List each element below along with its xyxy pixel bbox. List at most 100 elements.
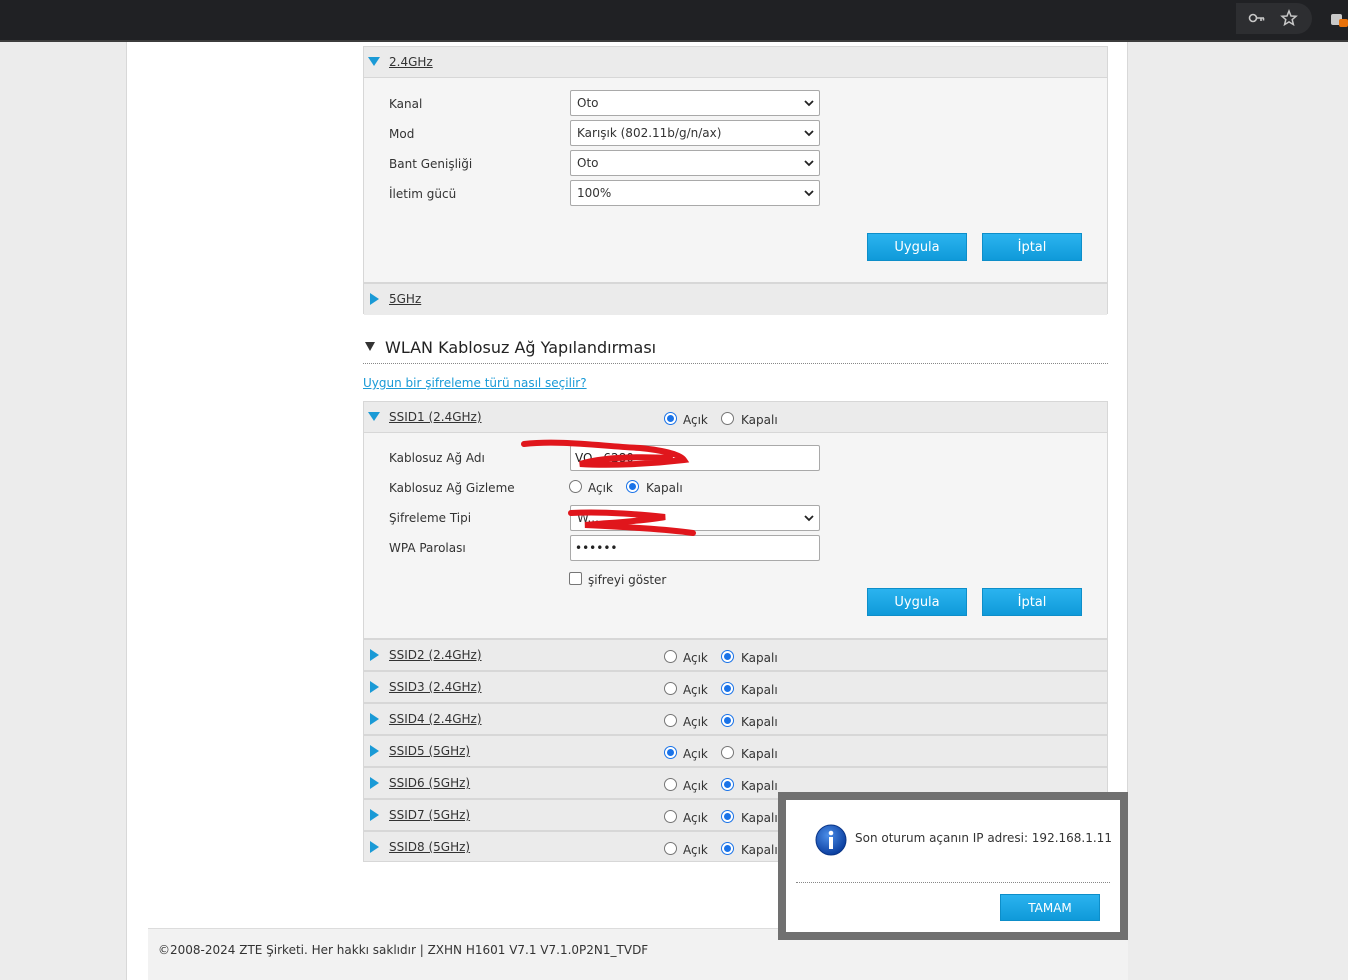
ssid6-title[interactable]: SSID6 (5GHz): [389, 776, 470, 790]
mode-label: Mod: [389, 127, 415, 141]
ssid2-off-radio[interactable]: [721, 650, 734, 663]
ssid-name-value: VO...6280: [575, 451, 634, 465]
ssid5-row[interactable]: SSID5 (5GHz) Açık Kapalı: [363, 735, 1108, 767]
ssid7-off-radio[interactable]: [721, 810, 734, 823]
ssid1-on-radio[interactable]: [664, 412, 677, 425]
ssid3-title[interactable]: SSID3 (2.4GHz): [389, 680, 482, 694]
chevron-down-icon: [804, 100, 814, 107]
band-5-panel: 5GHz: [363, 283, 1108, 315]
ssid7-on-radio[interactable]: [664, 810, 677, 823]
show-password-checkbox[interactable]: [569, 572, 582, 585]
ssid-hide-label: Kablosuz Ağ Gizleme: [389, 481, 515, 495]
ssid2-off-label: Kapalı: [741, 651, 778, 665]
ssid3-on-label: Açık: [683, 683, 708, 697]
collapse-arrow-icon[interactable]: [368, 412, 380, 421]
ssid5-on-radio[interactable]: [664, 746, 677, 759]
encryption-type-label: Şifreleme Tipi: [389, 511, 472, 525]
expand-arrow-icon[interactable]: [370, 713, 379, 725]
hide-on-radio[interactable]: [569, 480, 582, 493]
ssid7-title[interactable]: SSID7 (5GHz): [389, 808, 470, 822]
hide-off-radio[interactable]: [626, 480, 639, 493]
ssid5-off-label: Kapalı: [741, 747, 778, 761]
channel-select[interactable]: Oto: [570, 90, 820, 116]
expand-arrow-icon[interactable]: [370, 745, 379, 757]
apply-button[interactable]: Uygula: [867, 233, 967, 261]
encryption-help-link[interactable]: Uygun bir şifreleme türü nasıl seçilir?: [363, 376, 587, 390]
chevron-down-icon: [804, 160, 814, 167]
wlan-section-title-text: WLAN Kablosuz Ağ Yapılandırması: [385, 338, 657, 357]
star-icon[interactable]: [1280, 9, 1298, 27]
ssid2-title[interactable]: SSID2 (2.4GHz): [389, 648, 482, 662]
ssid6-off-radio[interactable]: [721, 778, 734, 791]
ssid3-on-radio[interactable]: [664, 682, 677, 695]
cancel-button[interactable]: İptal: [982, 233, 1082, 261]
hide-on-label: Açık: [588, 481, 613, 495]
ssid5-off-radio[interactable]: [721, 746, 734, 759]
ssid1-panel: SSID1 (2.4GHz) Açık Kapalı Kablosuz Ağ A…: [363, 401, 1108, 639]
wpa-password-input[interactable]: ••••••: [570, 535, 820, 561]
expand-arrow-icon[interactable]: [370, 809, 379, 821]
encryption-type-select[interactable]: W...: [570, 505, 820, 531]
bandwidth-select[interactable]: Oto: [570, 150, 820, 176]
wlan-section-title[interactable]: WLAN Kablosuz Ağ Yapılandırması: [365, 338, 656, 357]
expand-arrow-icon[interactable]: [370, 681, 379, 693]
mode-select[interactable]: Karışık (802.11b/g/n/ax): [570, 120, 820, 146]
ssid5-title[interactable]: SSID5 (5GHz): [389, 744, 470, 758]
ssid8-on-label: Açık: [683, 843, 708, 857]
ok-button[interactable]: TAMAM: [1000, 894, 1100, 921]
ssid8-off-label: Kapalı: [741, 843, 778, 857]
wpa-password-value: ••••••: [575, 541, 618, 555]
ssid1-header[interactable]: SSID1 (2.4GHz) Açık Kapalı: [364, 402, 1107, 433]
expand-arrow-icon[interactable]: [370, 841, 379, 853]
chevron-down-icon: [804, 515, 814, 522]
ssid3-off-radio[interactable]: [721, 682, 734, 695]
ssid4-off-radio[interactable]: [721, 714, 734, 727]
copyright-text: ©2008-2024 ZTE Şirketi. Her hakkı saklıd…: [158, 943, 649, 957]
browser-toolbar: [0, 0, 1348, 42]
band-24-header[interactable]: 2.4GHz: [364, 47, 1107, 78]
ssid4-title[interactable]: SSID4 (2.4GHz): [389, 712, 482, 726]
ssid4-on-radio[interactable]: [664, 714, 677, 727]
ssid2-row[interactable]: SSID2 (2.4GHz) Açık Kapalı: [363, 639, 1108, 671]
ssid4-off-label: Kapalı: [741, 715, 778, 729]
wpa-password-label: WPA Parolası: [389, 541, 466, 555]
ssid4-on-label: Açık: [683, 715, 708, 729]
dialog-divider: [796, 882, 1110, 883]
ssid1-cancel-button[interactable]: İptal: [982, 588, 1082, 616]
ssid-name-label: Kablosuz Ağ Adı: [389, 451, 485, 465]
ssid2-on-radio[interactable]: [664, 650, 677, 663]
hide-off-label: Kapalı: [646, 481, 683, 495]
ssid8-off-radio[interactable]: [721, 842, 734, 855]
expand-arrow-icon[interactable]: [370, 293, 379, 305]
channel-label: Kanal: [389, 97, 423, 111]
ssid3-row[interactable]: SSID3 (2.4GHz) Açık Kapalı: [363, 671, 1108, 703]
collapse-arrow-icon[interactable]: [368, 57, 380, 66]
bandwidth-value: Oto: [577, 156, 599, 170]
ssid2-on-label: Açık: [683, 651, 708, 665]
tx-power-select[interactable]: 100%: [570, 180, 820, 206]
band-5-header[interactable]: 5GHz: [364, 284, 1107, 315]
extension-icon[interactable]: [1330, 9, 1348, 27]
ssid1-title[interactable]: SSID1 (2.4GHz): [389, 410, 482, 424]
ssid6-on-radio[interactable]: [664, 778, 677, 791]
band-5-title[interactable]: 5GHz: [389, 292, 421, 306]
expand-arrow-icon[interactable]: [370, 777, 379, 789]
expand-arrow-icon[interactable]: [370, 649, 379, 661]
ssid8-on-radio[interactable]: [664, 842, 677, 855]
section-divider: [363, 363, 1108, 364]
show-password-label: şifreyi göster: [588, 573, 667, 587]
chevron-down-icon: [804, 130, 814, 137]
ssid8-title[interactable]: SSID8 (5GHz): [389, 840, 470, 854]
key-icon[interactable]: [1248, 9, 1266, 27]
encryption-type-value: W...: [577, 511, 599, 525]
chevron-down-icon: [804, 190, 814, 197]
ssid1-off-label: Kapalı: [741, 413, 778, 427]
ssid-name-input[interactable]: VO...6280: [570, 445, 820, 471]
ssid4-row[interactable]: SSID4 (2.4GHz) Açık Kapalı: [363, 703, 1108, 735]
ssid5-on-label: Açık: [683, 747, 708, 761]
collapse-arrow-icon: [365, 342, 375, 351]
band-24-title[interactable]: 2.4GHz: [389, 55, 433, 69]
ssid1-off-radio[interactable]: [721, 412, 734, 425]
ssid1-apply-button[interactable]: Uygula: [867, 588, 967, 616]
ssid7-off-label: Kapalı: [741, 811, 778, 825]
